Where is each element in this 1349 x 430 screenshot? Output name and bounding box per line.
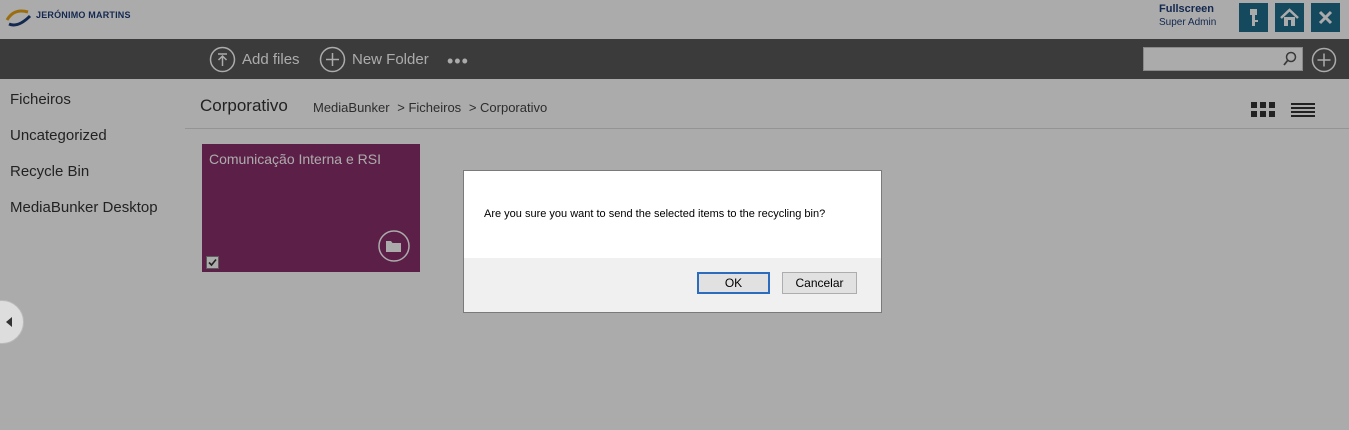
dialog-message: Are you sure you want to send the select… [484,208,826,220]
dialog-footer: OK Cancelar [464,258,881,312]
cancel-button[interactable]: Cancelar [782,272,857,294]
confirm-dialog: Are you sure you want to send the select… [463,170,882,313]
caret-left-icon [6,317,12,327]
ok-button[interactable]: OK [697,272,770,294]
